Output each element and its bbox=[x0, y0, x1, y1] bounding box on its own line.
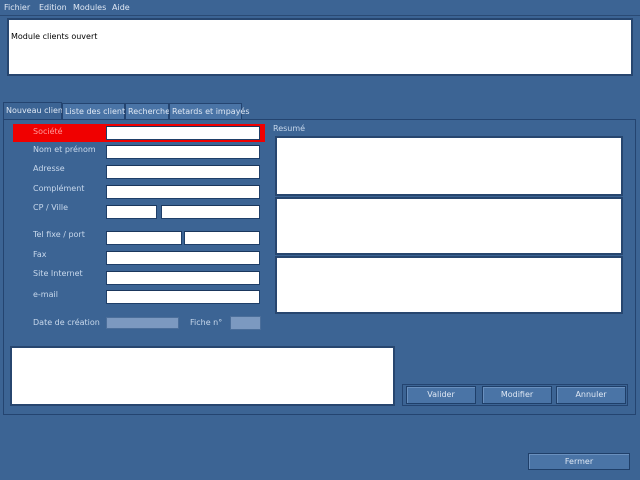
resume-box-3[interactable] bbox=[275, 256, 623, 314]
label-email: e-mail bbox=[33, 290, 58, 299]
societe-input[interactable] bbox=[106, 126, 260, 140]
date-creation-field bbox=[106, 317, 179, 329]
fermer-button[interactable]: Fermer bbox=[528, 453, 630, 470]
resume-box-1[interactable] bbox=[275, 136, 623, 196]
tab-recherche[interactable]: Recherche bbox=[125, 103, 170, 119]
menu-edition[interactable]: Edition bbox=[39, 3, 67, 12]
label-date-creation: Date de création bbox=[33, 318, 100, 327]
status-log: Module clients ouvert bbox=[7, 18, 633, 76]
label-adresse: Adresse bbox=[33, 164, 65, 173]
cp-input[interactable] bbox=[106, 205, 157, 219]
email-input[interactable] bbox=[106, 290, 260, 304]
label-cp-ville: CP / Ville bbox=[33, 203, 69, 212]
valider-button[interactable]: Valider bbox=[406, 386, 476, 404]
adresse-input[interactable] bbox=[106, 165, 260, 179]
tab-nouveau-client[interactable]: Nouveau client bbox=[3, 102, 66, 120]
label-complement: Complément bbox=[33, 184, 85, 193]
label-fax: Fax bbox=[33, 250, 47, 259]
tel-port-input[interactable] bbox=[184, 231, 260, 245]
ville-input[interactable] bbox=[161, 205, 260, 219]
annuler-button[interactable]: Annuler bbox=[556, 386, 626, 404]
fax-input[interactable] bbox=[106, 251, 260, 265]
menu-fichier[interactable]: Fichier bbox=[4, 3, 30, 12]
label-societe: Société bbox=[33, 127, 63, 136]
resume-box-2[interactable] bbox=[275, 197, 623, 255]
tab-liste-clients[interactable]: Liste des clients bbox=[62, 103, 129, 119]
menu-bar: Fichier Edition Modules Aide bbox=[0, 0, 640, 16]
complement-input[interactable] bbox=[106, 185, 260, 199]
label-nom: Nom et prénom bbox=[33, 145, 96, 154]
modifier-button[interactable]: Modifier bbox=[482, 386, 552, 404]
fiche-number-field bbox=[230, 316, 261, 330]
label-site: Site Internet bbox=[33, 269, 83, 278]
label-fiche: Fiche n° bbox=[190, 318, 223, 327]
label-tel: Tel fixe / port bbox=[33, 230, 85, 239]
label-resume: Resumé bbox=[273, 124, 306, 133]
tab-retards-impayes[interactable]: Retards et impayés bbox=[169, 103, 250, 119]
log-message: Module clients ouvert bbox=[11, 32, 98, 41]
notes-textarea[interactable] bbox=[10, 346, 395, 406]
menu-modules[interactable]: Modules bbox=[73, 3, 106, 12]
menu-aide[interactable]: Aide bbox=[112, 3, 130, 12]
site-input[interactable] bbox=[106, 271, 260, 285]
nom-input[interactable] bbox=[106, 145, 260, 159]
tel-fixe-input[interactable] bbox=[106, 231, 182, 245]
